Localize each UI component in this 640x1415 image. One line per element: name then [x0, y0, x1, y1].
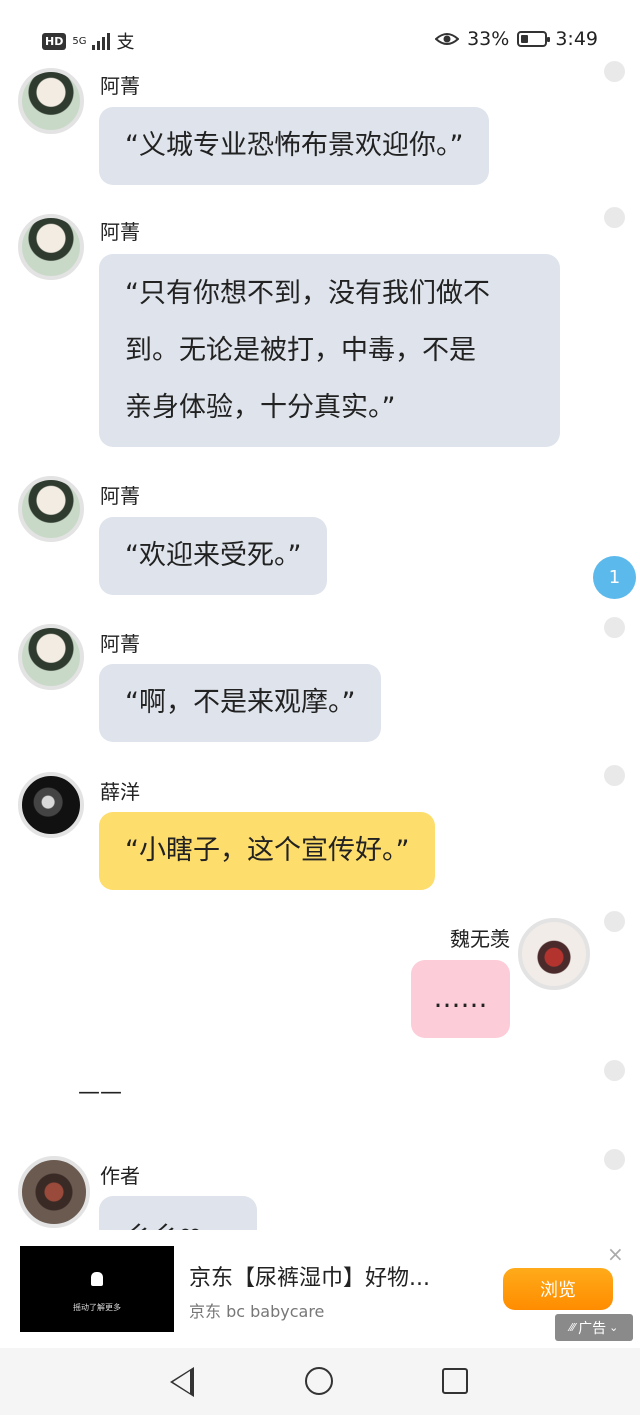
sender-name: 阿菁: [100, 632, 140, 656]
eye-icon: [435, 33, 460, 45]
message-bubble[interactable]: “只有你想不到，没有我们做不 到。无论是被打，中毒，不是 亲身体验，十分真实。”: [99, 254, 560, 447]
brand-logo-icon: [91, 1272, 103, 1286]
message-line: 亲身体验，十分真实。”: [125, 392, 396, 423]
avatar[interactable]: [18, 624, 84, 690]
sender-name: 作者: [100, 1164, 140, 1188]
signal-icon: [92, 32, 111, 50]
avatar[interactable]: [18, 1156, 90, 1228]
avatar[interactable]: [18, 68, 84, 134]
message-line: “只有你想不到，没有我们做不: [125, 278, 490, 309]
ad-title[interactable]: 京东【尿裤湿巾】好物...: [189, 1260, 430, 1292]
payment-icon: 支: [116, 32, 135, 53]
ad-badge[interactable]: ⁄⁄⁄ 广告 ⌄: [555, 1314, 633, 1341]
avatar[interactable]: [18, 214, 84, 280]
sender-name: 阿菁: [100, 484, 140, 508]
read-dot: [604, 207, 625, 228]
avatar[interactable]: [18, 476, 84, 542]
read-dot: [604, 617, 625, 638]
network-label: 5G: [72, 35, 87, 47]
message-bubble[interactable]: ……: [411, 960, 510, 1038]
ad-label: 广告: [578, 1320, 607, 1337]
system-nav-bar: [0, 1348, 640, 1415]
ad-image[interactable]: 摇动了解更多: [20, 1246, 174, 1332]
avatar[interactable]: [18, 772, 84, 838]
message-bubble[interactable]: 乡乡❤: [99, 1196, 257, 1230]
status-right: 33% 3:49: [435, 28, 598, 50]
clock: 3:49: [555, 28, 598, 50]
chevron-down-icon: ⌄: [609, 1321, 619, 1334]
message-bubble[interactable]: “小瞎子，这个宣传好。”: [99, 812, 436, 890]
unread-count-badge[interactable]: 1: [593, 556, 636, 599]
ad-image-caption: 摇动了解更多: [73, 1303, 121, 1312]
sender-name: 阿菁: [100, 220, 140, 244]
ad-subtitle: 京东 bc babycare: [189, 1302, 325, 1321]
back-icon[interactable]: [170, 1367, 194, 1397]
message-line: 到。无论是被打，中毒，不是: [125, 335, 476, 366]
message-bubble[interactable]: “义城专业恐怖布景欢迎你。”: [99, 107, 490, 185]
read-dot: [604, 1060, 625, 1081]
sender-name: 薛洋: [100, 780, 140, 804]
hd-badge: HD: [42, 32, 67, 50]
close-icon[interactable]: ×: [607, 1242, 624, 1266]
read-dot: [604, 911, 625, 932]
message-bubble[interactable]: “啊，不是来观摩。”: [99, 664, 382, 742]
ad-banner[interactable]: 摇动了解更多 京东【尿裤湿巾】好物... 京东 bc babycare 浏览 ×…: [0, 1240, 640, 1342]
read-dot: [604, 1149, 625, 1170]
sender-name: 阿菁: [100, 74, 140, 98]
sender-name: 魏无羡: [450, 927, 510, 951]
home-icon[interactable]: [305, 1367, 333, 1395]
read-dot: [604, 765, 625, 786]
section-divider: ——: [78, 1080, 122, 1105]
avatar[interactable]: [518, 918, 590, 990]
browse-button[interactable]: 浏览: [503, 1268, 613, 1310]
recents-icon[interactable]: [442, 1368, 468, 1394]
ad-label-icon: ⁄⁄⁄: [569, 1321, 576, 1334]
chat-list[interactable]: 阿菁 “义城专业恐怖布景欢迎你。” 阿菁 “只有你想不到，没有我们做不 到。无论…: [0, 58, 640, 1230]
battery-icon: [517, 31, 551, 47]
battery-percent: 33%: [467, 28, 510, 50]
message-bubble[interactable]: “欢迎来受死。”: [99, 517, 328, 595]
status-left: HD 5G 支: [42, 28, 134, 54]
read-dot: [604, 61, 625, 82]
